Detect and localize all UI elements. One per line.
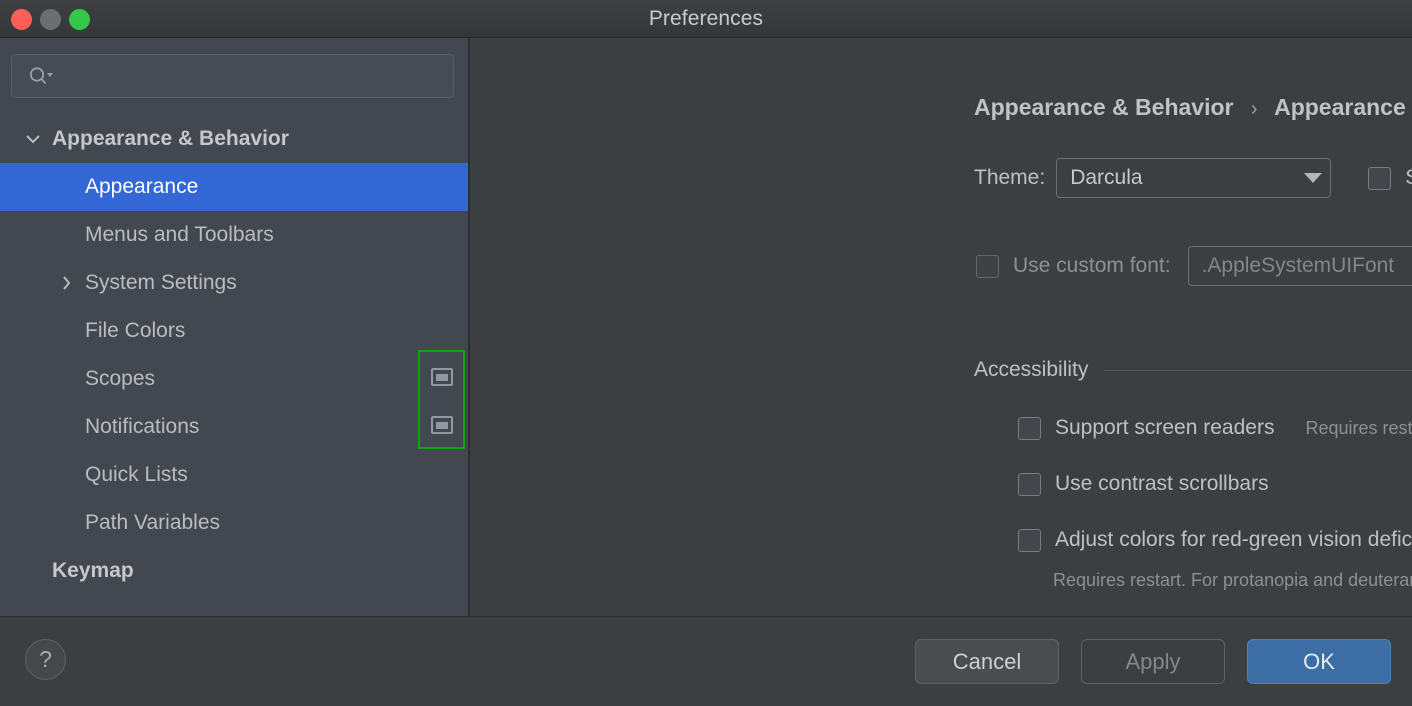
settings-sidebar: Appearance & Behavior Appearance Menus a…	[0, 38, 470, 616]
sidebar-item-appearance[interactable]: Appearance	[0, 163, 468, 211]
theme-select[interactable]: Darcula	[1056, 158, 1331, 198]
ok-button[interactable]: OK	[1247, 639, 1391, 684]
apply-button[interactable]: Apply	[1081, 639, 1225, 684]
window-body: Appearance & Behavior Appearance Menus a…	[0, 38, 1412, 616]
panel-icon[interactable]	[431, 368, 453, 386]
use-custom-font-checkbox[interactable]	[976, 255, 999, 278]
custom-font-select[interactable]: .AppleSystemUIFont	[1188, 246, 1412, 286]
accessibility-section-label: Accessibility	[974, 358, 1088, 382]
sidebar-item-label: Path Variables	[0, 511, 220, 535]
adjust-colors-row: Adjust colors for red-green vision defic…	[1018, 528, 1412, 552]
theme-row: Theme: Darcula Sync with OS	[974, 158, 1412, 198]
sidebar-item-label: File Colors	[0, 319, 185, 343]
section-divider	[1104, 370, 1412, 371]
sidebar-item-label: Appearance & Behavior	[47, 127, 289, 151]
window-title: Preferences	[649, 7, 763, 31]
preferences-window: Preferences	[0, 0, 1412, 706]
zoom-window-icon[interactable]	[69, 9, 90, 30]
adjust-colors-sub-hint-text: Requires restart. For protanopia and deu…	[1053, 570, 1412, 591]
chevron-down-icon[interactable]	[1296, 173, 1330, 183]
custom-font-row: Use custom font: .AppleSystemUIFont Size…	[976, 246, 1412, 286]
breadcrumb-parent[interactable]: Appearance & Behavior	[974, 94, 1233, 120]
theme-label: Theme:	[974, 166, 1045, 190]
chevron-right-icon[interactable]	[52, 274, 80, 292]
close-window-icon[interactable]	[11, 9, 32, 30]
breadcrumb-current: Appearance	[1274, 94, 1406, 120]
sidebar-item-label: Notifications	[0, 415, 199, 439]
support-screen-readers-hint: Requires restart	[1305, 418, 1412, 439]
support-screen-readers-row: Support screen readers Requires restart	[1018, 416, 1412, 440]
custom-font-select-value: .AppleSystemUIFont	[1189, 254, 1412, 278]
use-contrast-scrollbars-row: Use contrast scrollbars	[1018, 472, 1269, 496]
sidebar-item-keymap[interactable]: Keymap	[0, 547, 468, 595]
sidebar-item-menus-and-toolbars[interactable]: Menus and Toolbars	[0, 211, 468, 259]
sidebar-item-appearance-and-behavior[interactable]: Appearance & Behavior	[0, 115, 468, 163]
sidebar-item-quick-lists[interactable]: Quick Lists	[0, 451, 468, 499]
search-input[interactable]	[54, 65, 453, 87]
support-screen-readers-label[interactable]: Support screen readers	[1055, 416, 1274, 440]
sidebar-item-path-variables[interactable]: Path Variables	[0, 499, 468, 547]
support-screen-readers-checkbox[interactable]	[1018, 417, 1041, 440]
sync-with-os-checkbox[interactable]	[1368, 167, 1391, 190]
chevron-down-icon[interactable]	[19, 133, 47, 145]
search-container	[0, 38, 468, 98]
minimize-window-icon[interactable]	[40, 9, 61, 30]
use-contrast-scrollbars-label[interactable]: Use contrast scrollbars	[1055, 472, 1269, 496]
sidebar-item-label: Scopes	[0, 367, 155, 391]
settings-tree: Appearance & Behavior Appearance Menus a…	[0, 115, 468, 595]
use-custom-font-label[interactable]: Use custom font:	[1013, 254, 1171, 278]
traffic-light-group	[11, 0, 90, 38]
sidebar-item-label: Keymap	[47, 559, 134, 583]
adjust-colors-sub-hint: Requires restart. For protanopia and deu…	[1053, 570, 1412, 591]
adjust-colors-checkbox[interactable]	[1018, 529, 1041, 552]
breadcrumb: Appearance & Behavior › Appearance	[974, 94, 1406, 121]
chevron-right-icon: ›	[1251, 98, 1258, 120]
dialog-footer: ? Cancel Apply OK	[0, 616, 1412, 706]
sidebar-item-system-settings[interactable]: System Settings	[0, 259, 468, 307]
adjust-colors-label[interactable]: Adjust colors for red-green vision defic…	[1055, 528, 1412, 552]
settings-main-pane: Appearance & Behavior › Appearance Theme…	[470, 38, 1412, 616]
sidebar-item-label: Appearance	[0, 175, 198, 199]
search-icon	[28, 66, 54, 86]
search-box[interactable]	[11, 54, 454, 98]
sidebar-item-label: Quick Lists	[0, 463, 188, 487]
sidebar-item-notifications[interactable]: Notifications	[0, 403, 468, 451]
title-bar: Preferences	[0, 0, 1412, 38]
sync-with-os-label[interactable]: Sync with OS	[1405, 166, 1412, 190]
help-button[interactable]: ?	[25, 639, 66, 680]
sidebar-item-file-colors[interactable]: File Colors	[0, 307, 468, 355]
cancel-button[interactable]: Cancel	[915, 639, 1059, 684]
sidebar-item-label: System Settings	[80, 271, 237, 295]
accessibility-section-header: Accessibility	[974, 358, 1412, 382]
dialog-button-group: Cancel Apply OK	[915, 639, 1391, 684]
sidebar-item-label: Menus and Toolbars	[0, 223, 274, 247]
theme-select-value: Darcula	[1057, 166, 1296, 190]
use-contrast-scrollbars-checkbox[interactable]	[1018, 473, 1041, 496]
panel-icon[interactable]	[431, 416, 453, 434]
sidebar-item-scopes[interactable]: Scopes	[0, 355, 468, 403]
